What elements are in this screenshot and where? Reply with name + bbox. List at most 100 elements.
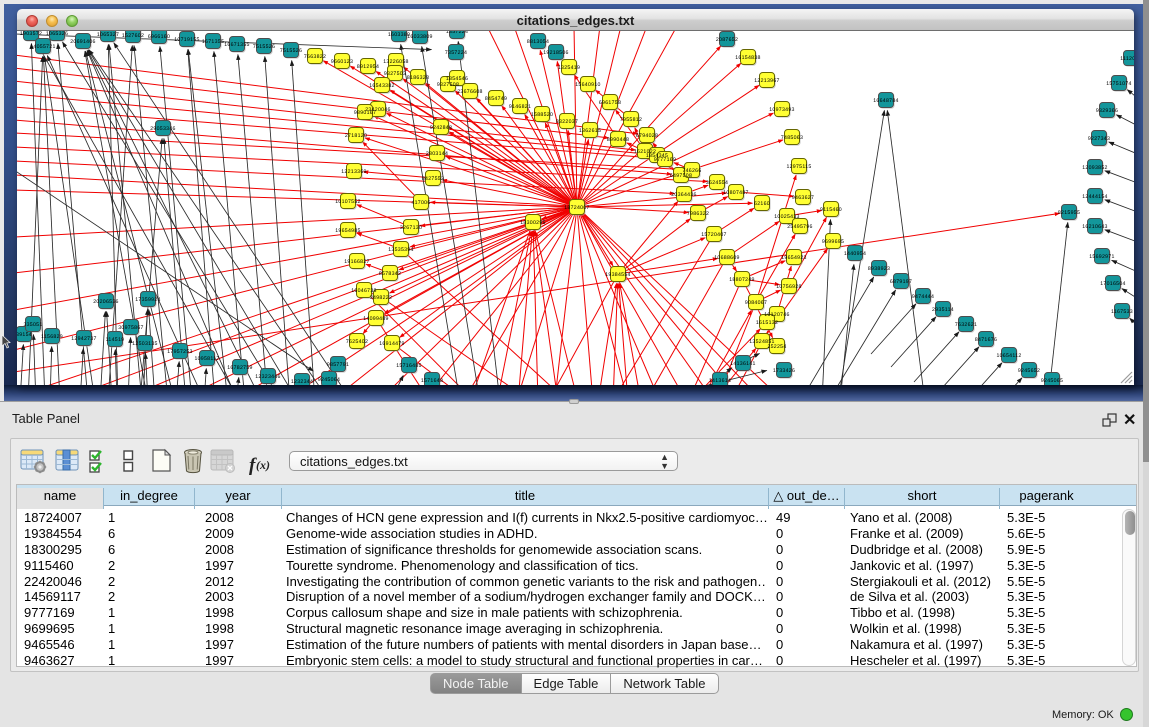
svg-text:9857791: 9857791 — [327, 362, 349, 368]
svg-text:7625402: 7625402 — [346, 339, 368, 345]
svg-text:12942737: 12942737 — [71, 336, 96, 342]
svg-text:12213369: 12213369 — [341, 169, 366, 175]
svg-text:13535394: 13535394 — [388, 247, 413, 253]
svg-text:9227343: 9227343 — [1088, 136, 1110, 142]
svg-text:13226058: 13226058 — [383, 59, 408, 65]
svg-text:10756928: 10756928 — [776, 284, 801, 290]
svg-text:16914479: 16914479 — [379, 341, 404, 347]
svg-text:9245065: 9245065 — [1041, 378, 1063, 384]
svg-text:7515526: 7515526 — [253, 44, 275, 50]
svg-text:62160: 62160 — [754, 201, 770, 207]
svg-text:9327503: 9327503 — [384, 71, 406, 77]
svg-text:8990448: 8990448 — [607, 137, 629, 143]
svg-text:9115460: 9115460 — [820, 207, 842, 213]
svg-text:39154: 39154 — [17, 332, 32, 338]
svg-text:17359924: 17359924 — [135, 297, 160, 303]
svg-text:1065326: 1065326 — [46, 31, 68, 37]
svg-text:14136141: 14136141 — [730, 361, 755, 367]
svg-text:1854546: 1854546 — [446, 76, 468, 82]
svg-text:1588520: 1588520 — [531, 112, 553, 118]
svg-text:9890167: 9890167 — [354, 110, 376, 116]
svg-text:15751074: 15751074 — [1106, 81, 1131, 87]
svg-text:7663822: 7663822 — [304, 54, 326, 60]
svg-text:16671355: 16671355 — [224, 42, 249, 48]
svg-text:7986322: 7986322 — [687, 211, 709, 217]
svg-text:1065327: 1065327 — [97, 32, 119, 38]
svg-text:9245652: 9245652 — [1018, 368, 1040, 374]
svg-text:9777169: 9777169 — [654, 157, 676, 163]
svg-text:29053346: 29053346 — [150, 126, 175, 132]
svg-text:9242848: 9242848 — [430, 125, 452, 131]
svg-text:8215955: 8215955 — [1058, 210, 1080, 216]
svg-text:14099489: 14099489 — [363, 316, 388, 322]
svg-text:7357224: 7357224 — [445, 50, 467, 56]
svg-text:16210643: 16210643 — [1082, 224, 1107, 230]
svg-text:1325419: 1325419 — [558, 65, 580, 71]
svg-text:30975867: 30975867 — [118, 325, 143, 331]
svg-text:2718120: 2718120 — [345, 133, 367, 139]
svg-text:746266: 746266 — [682, 168, 701, 174]
svg-text:1903572: 1903572 — [20, 31, 42, 37]
svg-text:19218506: 19218506 — [543, 50, 568, 56]
svg-text:1733426: 1733426 — [773, 368, 795, 374]
svg-text:3498222: 3498222 — [370, 295, 392, 301]
svg-text:9329366: 9329366 — [1096, 108, 1118, 114]
svg-text:7515526: 7515526 — [280, 48, 302, 54]
svg-text:252254: 252254 — [767, 344, 786, 350]
svg-text:10654112: 10654112 — [996, 353, 1021, 359]
svg-text:19654985: 19654985 — [335, 228, 360, 234]
svg-text:19384554: 19384554 — [605, 272, 630, 278]
svg-text:1527602: 1527602 — [122, 33, 144, 39]
svg-text:20691406: 20691406 — [70, 39, 95, 45]
svg-text:8427552: 8427552 — [422, 176, 444, 182]
svg-text:(x): (x) — [256, 458, 270, 472]
svg-text:12213967: 12213967 — [754, 78, 779, 84]
svg-text:18300295: 18300295 — [520, 220, 545, 226]
svg-text:6961758: 6961758 — [599, 100, 621, 106]
svg-text:114519: 114519 — [106, 337, 125, 343]
svg-text:16782759: 16782759 — [227, 365, 252, 371]
svg-text:7485063: 7485063 — [781, 135, 803, 141]
svg-text:8471676: 8471676 — [975, 337, 997, 343]
svg-text:16648784: 16648784 — [873, 98, 898, 104]
svg-text:8322037: 8322037 — [556, 119, 578, 125]
svg-text:12323446: 12323446 — [255, 374, 280, 380]
svg-text:15692971: 15692971 — [1089, 254, 1114, 260]
svg-text:9660123: 9660123 — [331, 59, 353, 65]
svg-text:10807487: 10807487 — [723, 190, 748, 196]
svg-text:20206536: 20206536 — [93, 299, 118, 305]
svg-text:9327508: 9327508 — [437, 82, 459, 88]
svg-text:10958117: 10958117 — [194, 356, 219, 362]
svg-text:9146821: 9146821 — [509, 104, 531, 110]
svg-text:3267130: 3267130 — [400, 225, 422, 231]
svg-text:9699695: 9699695 — [822, 239, 844, 245]
svg-text:19654923: 19654923 — [781, 255, 806, 261]
svg-text:16046738: 16046738 — [351, 288, 376, 294]
svg-text:1615132: 1615132 — [756, 320, 778, 326]
svg-text:12503135: 12503135 — [132, 341, 157, 347]
svg-text:10973493: 10973493 — [769, 107, 794, 113]
svg-text:12975115: 12975115 — [786, 164, 811, 170]
svg-text:10688609: 10688609 — [714, 255, 739, 261]
svg-text:3624554: 3624554 — [706, 180, 728, 186]
svg-text:335051: 335051 — [23, 322, 42, 328]
svg-text:1571648: 1571648 — [421, 378, 443, 384]
svg-text:16120746: 16120746 — [764, 312, 789, 318]
svg-text:10719155: 10719155 — [174, 37, 199, 43]
svg-text:15716485: 15716485 — [396, 363, 421, 369]
svg-text:1232344: 1232344 — [291, 379, 313, 385]
svg-text:9084067: 9084067 — [745, 300, 767, 306]
svg-text:8938923: 8938923 — [868, 266, 890, 272]
svg-text:6966160: 6966160 — [148, 34, 170, 40]
svg-text:1112049: 1112049 — [1120, 56, 1134, 62]
svg-text:12093852: 12093852 — [1082, 165, 1107, 171]
svg-text:25495796: 25495796 — [787, 224, 812, 230]
svg-text:17016504: 17016504 — [1100, 281, 1125, 287]
svg-text:8912954: 8912954 — [357, 64, 379, 70]
svg-text:1357224: 1357224 — [446, 31, 468, 35]
svg-text:16033809: 16033809 — [407, 34, 432, 40]
svg-text:1156829: 1156829 — [41, 334, 63, 340]
svg-text:12444154: 12444154 — [1082, 194, 1107, 200]
svg-text:1440954: 1440954 — [844, 251, 866, 257]
svg-text:2087652: 2087652 — [716, 37, 738, 43]
